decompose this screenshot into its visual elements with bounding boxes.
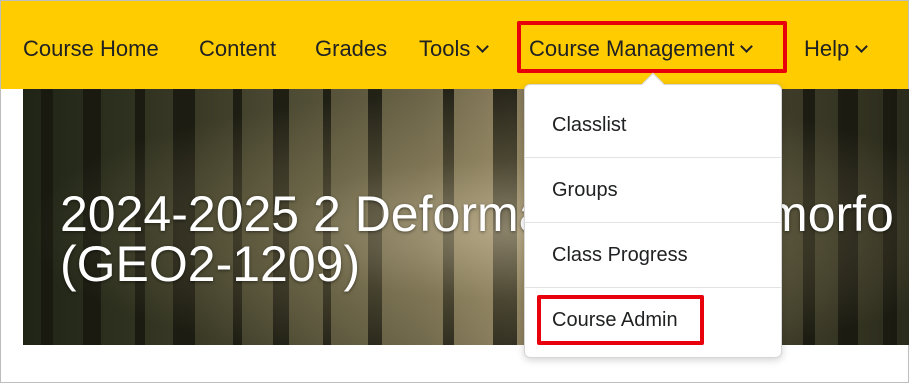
menu-item-classlist[interactable]: Classlist <box>525 93 781 158</box>
nav-tools[interactable]: Tools <box>419 34 490 64</box>
nav-label: Grades <box>315 36 388 61</box>
nav-course-home[interactable]: Course Home <box>23 34 159 64</box>
menu-item-label: Classlist <box>552 114 627 136</box>
chevron-down-icon <box>476 40 490 53</box>
nav-label: Content <box>199 36 277 61</box>
menu-item-label: Class Progress <box>552 244 688 266</box>
nav-label: Course Home <box>23 36 159 61</box>
highlight-box-course-admin <box>537 295 704 345</box>
nav-label: Help <box>804 36 850 61</box>
menu-item-groups[interactable]: Groups <box>525 158 781 223</box>
nav-help[interactable]: Help <box>804 34 869 64</box>
menu-item-label: Groups <box>552 179 618 201</box>
nav-grades[interactable]: Grades <box>315 34 387 64</box>
highlight-box-course-management <box>517 21 787 73</box>
chevron-down-icon <box>855 40 869 53</box>
nav-label: Tools <box>419 36 471 61</box>
menu-item-class-progress[interactable]: Class Progress <box>525 223 781 288</box>
nav-content[interactable]: Content <box>199 34 276 64</box>
